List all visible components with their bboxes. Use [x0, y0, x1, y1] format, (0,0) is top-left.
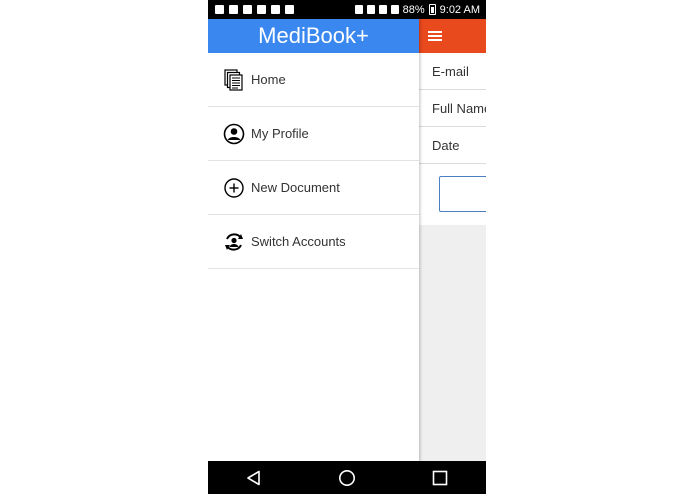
switch-accounts-icon [223, 231, 245, 253]
app-header [419, 19, 486, 53]
nfc-icon [366, 5, 375, 14]
battery-icon [428, 4, 436, 15]
form: E-mail Full Name Date [419, 53, 486, 225]
menu-item-new-document[interactable]: New Document [208, 161, 419, 215]
wifi-icon [243, 5, 252, 14]
menu-item-label: My Profile [251, 126, 309, 141]
menu-icon[interactable] [428, 31, 442, 41]
profile-icon [223, 123, 245, 145]
system-icons: 88% 9:02 AM [354, 3, 486, 16]
amazon-icon [271, 5, 280, 14]
image-icon [229, 5, 238, 14]
message-icon [215, 5, 224, 14]
navigation-drawer: MediBook+ Home My Profile New Document S… [208, 19, 419, 461]
menu-item-my-profile[interactable]: My Profile [208, 107, 419, 161]
back-icon [247, 470, 261, 485]
phone-screen: 88% 9:02 AM E-mail Full Name Date MediBo… [208, 0, 486, 494]
home-circle-icon [338, 469, 355, 486]
vibrate-icon [378, 5, 387, 14]
documents-icon [223, 68, 245, 91]
home-button[interactable] [327, 461, 367, 494]
bluetooth-icon [354, 5, 363, 14]
back-button[interactable] [234, 461, 274, 494]
email-field[interactable]: E-mail [419, 53, 486, 90]
menu-item-label: Switch Accounts [251, 234, 346, 249]
gmail-icon [257, 5, 266, 14]
app-icon [285, 5, 294, 14]
date-field[interactable]: Date [419, 127, 486, 164]
battery-percent: 88% [402, 3, 425, 16]
drawer-title: MediBook+ [208, 19, 419, 53]
recents-icon [432, 470, 447, 485]
menu-item-switch-accounts[interactable]: Switch Accounts [208, 215, 419, 269]
menu-item-label: New Document [251, 180, 340, 195]
android-nav-bar [208, 461, 486, 494]
submit-button[interactable] [439, 176, 486, 212]
recents-button[interactable] [420, 461, 460, 494]
add-circle-icon [223, 177, 245, 199]
signal-icon [390, 5, 399, 14]
menu-item-home[interactable]: Home [208, 53, 419, 107]
background-app: E-mail Full Name Date [419, 19, 486, 461]
menu-item-label: Home [251, 72, 286, 87]
clock: 9:02 AM [439, 3, 480, 16]
status-bar: 88% 9:02 AM [208, 0, 486, 19]
notification-icons [208, 5, 294, 14]
full-name-field[interactable]: Full Name [419, 90, 486, 127]
